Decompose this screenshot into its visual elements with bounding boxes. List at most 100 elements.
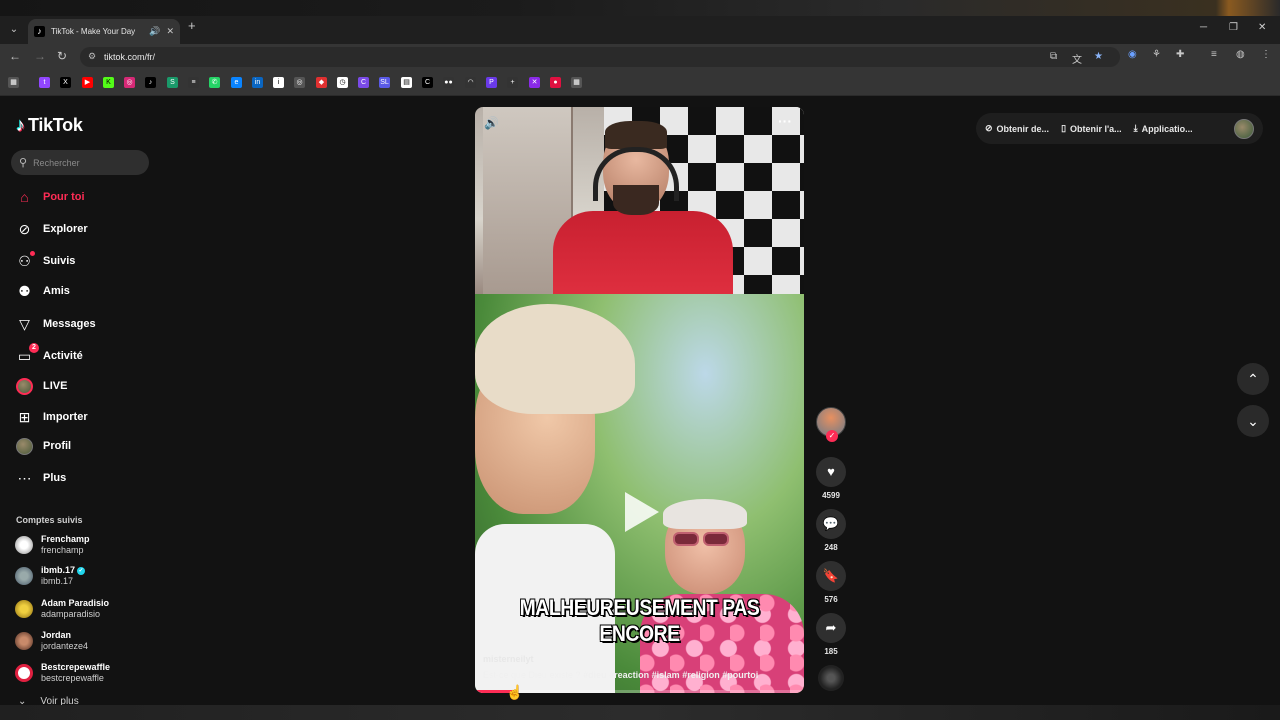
nav-explore[interactable]: ⊘ Explorer: [16, 219, 88, 239]
followed-account[interactable]: Frenchamp frenchamp: [15, 534, 90, 556]
followed-account[interactable]: ibmb.17 ✓ ibmb.17: [15, 565, 86, 587]
bookmarks-bar: ▦ t X ▶ K ◎ ♪ S ≡ ✆ e in i ◎ ◆ ◷ C SL ▤ …: [0, 70, 1280, 96]
bookmark-icon[interactable]: ◷: [337, 77, 348, 88]
followed-account[interactable]: Adam Paradisio adamparadisio: [15, 598, 109, 620]
get-coins-button[interactable]: ⊘ Obtenir de...: [985, 123, 1049, 134]
followed-account[interactable]: Bestcrepewaffle bestcrepewaffle: [15, 662, 110, 684]
user-avatar[interactable]: [1234, 118, 1254, 139]
nav-label: Importer: [43, 411, 88, 423]
tiktok-bookmark-icon[interactable]: ♪: [145, 77, 156, 88]
get-app-button[interactable]: ▯ Obtenir l'a...: [1061, 123, 1122, 134]
bookmark-icon[interactable]: ▤: [401, 77, 412, 88]
nav-messages[interactable]: ▽ Messages: [16, 314, 95, 334]
linkedin-bookmark-icon[interactable]: in: [252, 77, 263, 88]
search-input[interactable]: [33, 157, 134, 168]
share-button[interactable]: ➦ 185: [816, 613, 846, 656]
nav-activity[interactable]: ▭ 2 Activité: [16, 342, 83, 366]
hashtag-link[interactable]: #pourtoi: [722, 670, 758, 680]
nav-label: Explorer: [43, 223, 88, 235]
menu-icon[interactable]: ⋮: [1261, 49, 1271, 60]
nav-following[interactable]: ⚇ Suivis: [16, 250, 75, 271]
omnibox[interactable]: ⚙ tiktok.com/fr/ ⧉ 文 ★: [80, 47, 1120, 67]
bookmark-icon[interactable]: C: [422, 77, 433, 88]
bookmark-icon[interactable]: i: [273, 77, 284, 88]
follow-plus-icon[interactable]: ✓: [826, 430, 838, 442]
nav-profile[interactable]: Profil: [16, 436, 71, 456]
extensions-puzzle-icon[interactable]: ✚: [1176, 49, 1184, 60]
browser-tab[interactable]: ♪ TikTok - Make Your Day 🔊 ✕: [28, 19, 180, 44]
bookmark-icon[interactable]: S: [167, 77, 178, 88]
nav-for-you[interactable]: ⌂ Pour toi: [16, 187, 84, 207]
volume-icon[interactable]: 🔊: [484, 116, 499, 130]
bookmark-icon[interactable]: ●●: [443, 77, 454, 88]
video-player[interactable]: MALHEUREUSEMENT PAS ENCORE 🔊 ··· mistern…: [475, 107, 804, 693]
bookmark-star-icon[interactable]: ★: [1094, 51, 1103, 62]
creator-avatar[interactable]: ✓: [816, 407, 846, 442]
bookmark-icon[interactable]: +: [507, 77, 518, 88]
apps-icon[interactable]: ▦: [8, 77, 19, 88]
whatsapp-bookmark-icon[interactable]: ✆: [209, 77, 220, 88]
bookmark-icon[interactable]: SL: [379, 77, 390, 88]
new-tab-button[interactable]: +: [188, 18, 196, 33]
video-progress-bar[interactable]: [475, 690, 804, 693]
desktop-app-button[interactable]: ⤓ Applicatio...: [1134, 123, 1193, 134]
more-options-icon[interactable]: ···: [778, 113, 792, 129]
close-window-button[interactable]: ✕: [1258, 22, 1266, 33]
followed-account[interactable]: Jordan jordanteze4: [15, 630, 88, 652]
speaker-icon[interactable]: 🔊: [149, 26, 160, 37]
bookmark-icon[interactable]: ◎: [294, 77, 305, 88]
next-video-button[interactable]: ⌄: [1237, 405, 1269, 437]
hashtag-link[interactable]: #reaction: [609, 670, 649, 680]
desktop-strip: [0, 0, 1280, 16]
bookmark-icon[interactable]: ✕: [529, 77, 540, 88]
install-app-icon[interactable]: ⧉: [1050, 51, 1057, 62]
close-tab-icon[interactable]: ✕: [166, 26, 174, 37]
tiktok-logo[interactable]: ♪ TikTok: [16, 115, 83, 136]
instagram-bookmark-icon[interactable]: ◎: [124, 77, 135, 88]
hashtag-link[interactable]: #islam: [652, 670, 680, 680]
nav-live[interactable]: LIVE: [16, 376, 67, 396]
bookmark-icon[interactable]: ◠: [465, 77, 476, 88]
tab-search-button[interactable]: ⌄: [6, 22, 22, 38]
like-button[interactable]: ♥ 4599: [816, 457, 846, 500]
comment-button[interactable]: 💬 248: [816, 509, 846, 552]
nav-more[interactable]: ⋯ Plus: [16, 468, 67, 488]
forward-icon[interactable]: →: [34, 49, 46, 63]
bookmark-icon[interactable]: e: [231, 77, 242, 88]
account-name: Adam Paradisio: [41, 598, 110, 608]
search-box[interactable]: ⚲: [11, 150, 149, 175]
save-button[interactable]: 🔖 576: [816, 561, 846, 604]
profile-icon[interactable]: ◍: [1236, 49, 1245, 60]
bookmark-icon[interactable]: ≡: [188, 77, 199, 88]
kick-bookmark-icon[interactable]: K: [103, 77, 114, 88]
bookmark-icon[interactable]: ◆: [316, 77, 327, 88]
extension-icon[interactable]: ⚘: [1152, 49, 1161, 60]
music-disc-icon[interactable]: [818, 665, 844, 691]
minimize-button[interactable]: ─: [1200, 22, 1207, 33]
hashtag-link[interactable]: #dieu: [583, 670, 607, 680]
bookmark-icon[interactable]: ●: [550, 77, 561, 88]
x-bookmark-icon[interactable]: X: [60, 77, 71, 88]
extension-icon[interactable]: ◉: [1128, 49, 1137, 60]
bookmark-icon[interactable]: ▦: [571, 77, 582, 88]
restore-button[interactable]: ❐: [1229, 22, 1238, 33]
twitch-bookmark-icon[interactable]: t: [39, 77, 50, 88]
bookmark-icon[interactable]: P: [486, 77, 497, 88]
youtube-bookmark-icon[interactable]: ▶: [82, 77, 93, 88]
comment-count: 248: [824, 543, 838, 552]
hashtag-link[interactable]: #religion: [682, 670, 720, 680]
back-icon[interactable]: ←: [9, 49, 21, 63]
translate-icon[interactable]: 文: [1072, 51, 1082, 66]
site-info-icon[interactable]: ⚙: [88, 51, 96, 62]
previous-video-button[interactable]: ⌃: [1237, 363, 1269, 395]
reading-list-icon[interactable]: ≡: [1211, 49, 1217, 60]
nav-friends[interactable]: ⚉ Amis: [16, 281, 70, 301]
play-icon[interactable]: [625, 492, 659, 532]
desktop-bottom-strip: [0, 705, 1280, 720]
avatar: [15, 600, 33, 618]
reload-icon[interactable]: ↻: [57, 49, 67, 63]
video-author[interactable]: misterneilyt: [483, 654, 534, 664]
nav-label: Activité: [43, 350, 83, 362]
nav-upload[interactable]: ⊞ Importer: [16, 407, 88, 427]
bookmark-icon[interactable]: C: [358, 77, 369, 88]
